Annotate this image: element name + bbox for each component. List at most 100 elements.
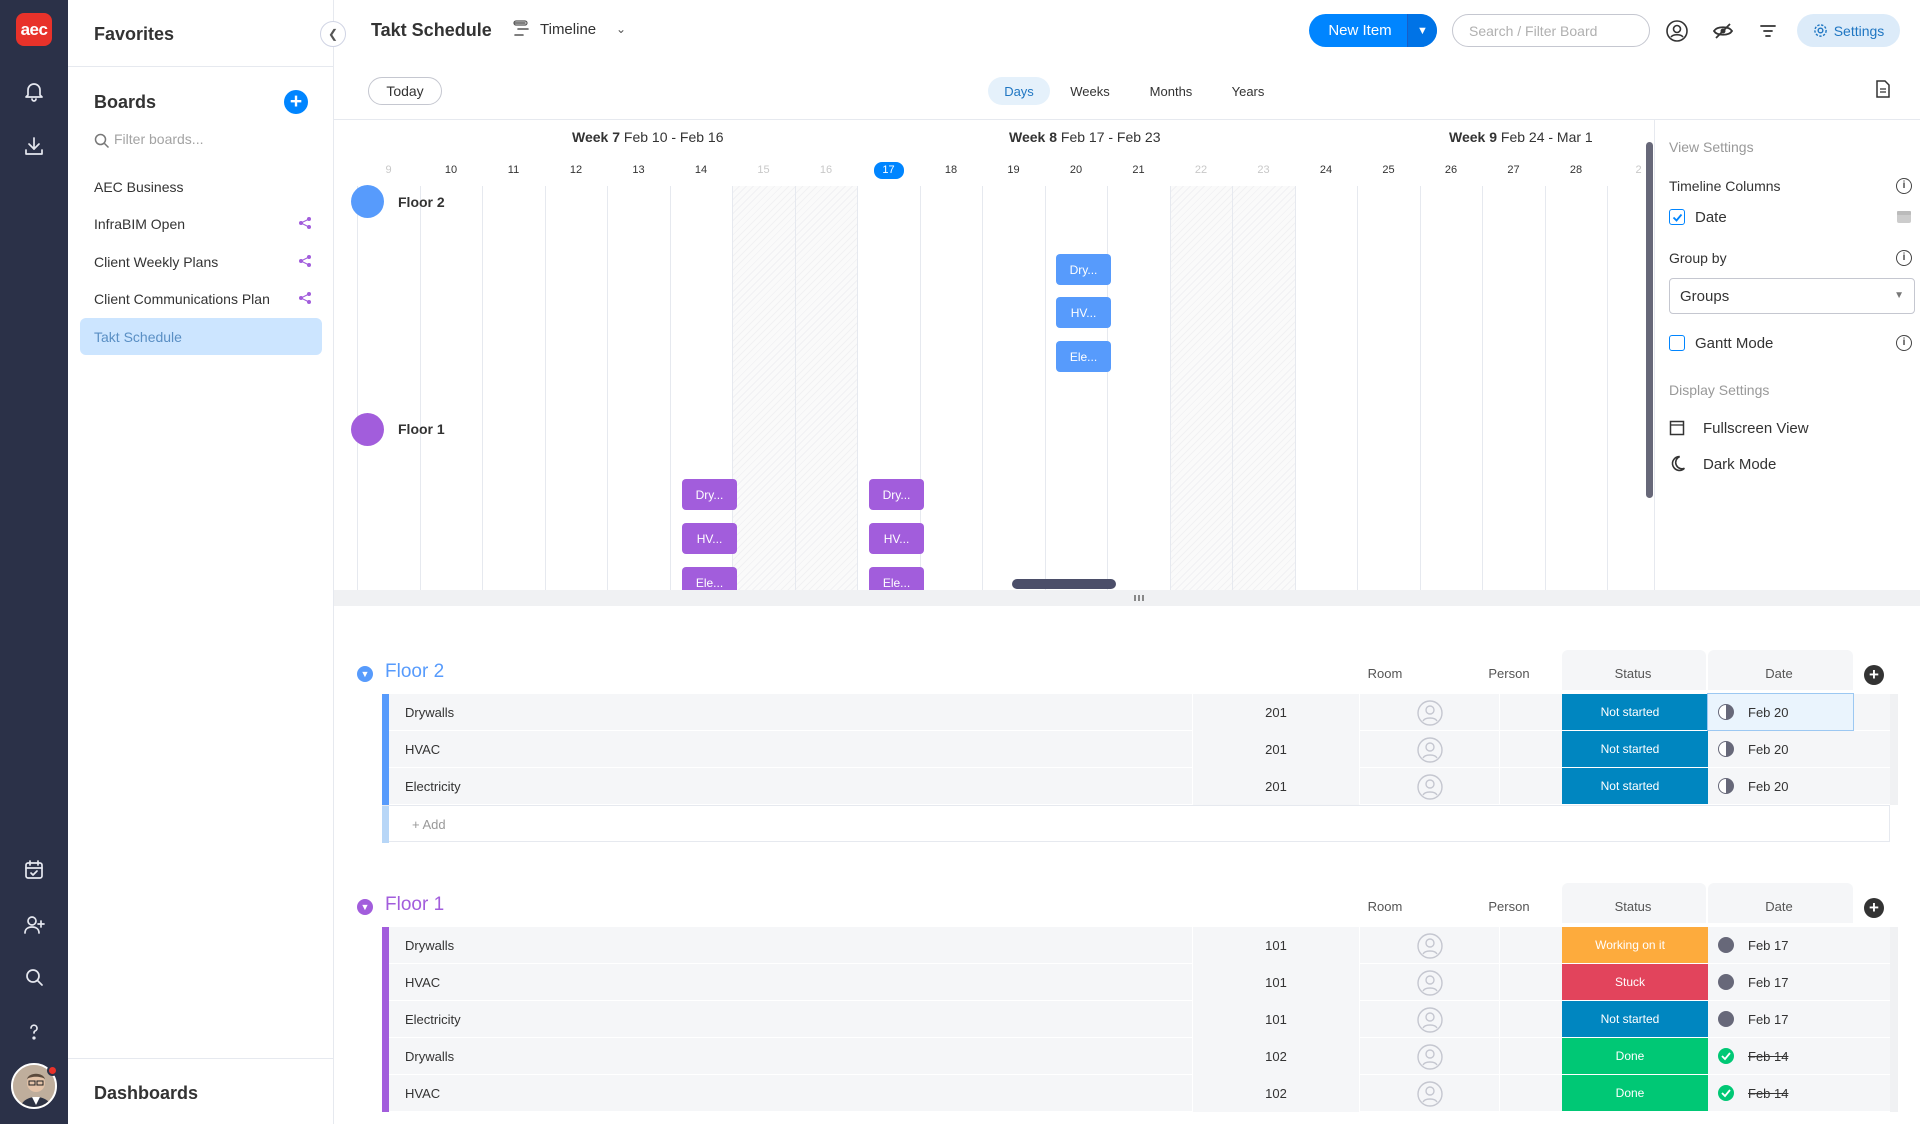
board-item-infrabim-open[interactable]: InfraBIM Open	[80, 205, 322, 242]
timeline-item[interactable]: Ele...	[682, 567, 737, 590]
date-cell[interactable]: Feb 20	[1707, 693, 1854, 731]
hide-eye-icon[interactable]	[1710, 18, 1736, 44]
room-cell[interactable]: 101	[1192, 927, 1360, 964]
resize-handle[interactable]	[334, 590, 1920, 606]
add-column-button[interactable]: +	[1864, 665, 1884, 685]
timeline-item[interactable]: Ele...	[869, 567, 924, 590]
person-cell[interactable]	[1360, 731, 1500, 768]
table-row[interactable]: Drywalls 102 Done Feb 14	[382, 1038, 1890, 1075]
timeline-item[interactable]: HV...	[1056, 297, 1111, 328]
row-name[interactable]: HVAC	[405, 1086, 440, 1101]
date-cell[interactable]: Feb 20	[1708, 731, 1853, 767]
person-filter-icon[interactable]	[1664, 18, 1690, 44]
dark-mode-option[interactable]: Dark Mode	[1703, 456, 1776, 473]
room-cell[interactable]: 201	[1192, 768, 1360, 805]
date-cell[interactable]: Feb 20	[1708, 768, 1853, 804]
info-icon[interactable]: i	[1896, 250, 1912, 266]
date-cell[interactable]: Feb 17	[1708, 964, 1853, 1000]
bell-icon[interactable]	[20, 77, 48, 105]
timeline-item[interactable]: HV...	[682, 523, 737, 554]
person-cell[interactable]	[1360, 768, 1500, 805]
drag-grip-icon[interactable]	[1134, 595, 1146, 601]
status-badge[interactable]: Not started	[1562, 731, 1698, 767]
date-cell[interactable]: Feb 17	[1708, 1001, 1853, 1037]
table-row[interactable]: Drywalls 201 Not started Feb 20	[382, 693, 1890, 731]
row-name[interactable]: HVAC	[405, 975, 440, 990]
table-row[interactable]: Drywalls 101 Working on it Feb 17	[382, 927, 1890, 964]
table-row[interactable]: Electricity 201 Not started Feb 20	[382, 768, 1890, 805]
settings-button[interactable]: Settings	[1797, 14, 1900, 47]
table-row[interactable]: HVAC 101 Stuck Feb 17	[382, 964, 1890, 1001]
status-badge[interactable]: Stuck	[1562, 964, 1698, 1000]
board-item-aec-business[interactable]: AEC Business	[80, 168, 322, 205]
today-button[interactable]: Today	[368, 77, 442, 105]
timeline-item[interactable]: Dry...	[1056, 254, 1111, 285]
date-cell[interactable]: Feb 17	[1708, 927, 1853, 963]
collapse-sidebar-button[interactable]: ❮	[320, 21, 346, 47]
person-cell[interactable]	[1360, 1001, 1500, 1038]
search-icon[interactable]	[20, 963, 48, 991]
search-input[interactable]	[1452, 14, 1650, 47]
room-cell[interactable]: 102	[1192, 1038, 1360, 1075]
export-document-icon[interactable]	[1875, 80, 1891, 98]
calendar-check-icon[interactable]	[20, 856, 48, 884]
add-column-button[interactable]: +	[1864, 898, 1884, 918]
board-item-client-communications-plan[interactable]: Client Communications Plan	[80, 280, 322, 317]
row-name[interactable]: Drywalls	[405, 1049, 454, 1064]
horizontal-scrollbar[interactable]	[1012, 579, 1116, 589]
app-logo[interactable]: aec	[16, 13, 52, 46]
status-badge[interactable]: Working on it	[1562, 927, 1698, 963]
scale-months[interactable]: Months	[1138, 77, 1204, 105]
row-name[interactable]: HVAC	[405, 742, 440, 757]
board-item-client-weekly-plans[interactable]: Client Weekly Plans	[80, 243, 322, 280]
person-cell[interactable]	[1360, 927, 1500, 964]
add-item-label[interactable]: + Add	[412, 817, 446, 832]
person-cell[interactable]	[1360, 1038, 1500, 1075]
timeline-item[interactable]: HV...	[869, 523, 924, 554]
status-badge[interactable]: Done	[1562, 1038, 1698, 1074]
status-badge[interactable]: Not started	[1562, 768, 1698, 804]
date-column-checkbox[interactable]	[1669, 209, 1685, 225]
vertical-scrollbar[interactable]	[1646, 142, 1653, 498]
room-cell[interactable]: 201	[1192, 694, 1360, 731]
date-cell[interactable]: Feb 14	[1708, 1075, 1853, 1111]
table-row[interactable]: Electricity 101 Not started Feb 17	[382, 1001, 1890, 1038]
collapse-group-chevron-icon[interactable]: ▼	[357, 899, 373, 915]
status-badge[interactable]: Not started	[1562, 1001, 1698, 1037]
timeline-item[interactable]: Ele...	[1056, 341, 1111, 372]
chevron-down-icon[interactable]: ⌄	[616, 22, 626, 36]
group-title[interactable]: Floor 2	[385, 661, 444, 683]
info-icon[interactable]: i	[1896, 335, 1912, 351]
room-cell[interactable]: 102	[1192, 1075, 1360, 1112]
row-name[interactable]: Electricity	[405, 1012, 461, 1027]
add-item-row[interactable]: + Add	[382, 805, 1890, 843]
timeline-item[interactable]: Dry...	[682, 479, 737, 510]
dashboards-title[interactable]: Dashboards	[94, 1083, 198, 1104]
gantt-mode-checkbox[interactable]	[1669, 335, 1685, 351]
new-item-button[interactable]: New Item ▼	[1309, 14, 1437, 47]
row-name[interactable]: Drywalls	[405, 938, 454, 953]
person-cell[interactable]	[1360, 964, 1500, 1001]
scale-years[interactable]: Years	[1218, 77, 1278, 105]
person-cell[interactable]	[1360, 1075, 1500, 1112]
status-badge[interactable]: Not started	[1562, 694, 1698, 730]
group-title[interactable]: Floor 1	[385, 894, 444, 916]
filter-boards-input[interactable]	[114, 131, 304, 147]
date-cell[interactable]: Feb 14	[1708, 1038, 1853, 1074]
scale-days[interactable]: Days	[988, 77, 1050, 105]
person-cell[interactable]	[1360, 694, 1500, 731]
chevron-down-icon[interactable]: ▼	[1407, 14, 1437, 47]
info-icon[interactable]: i	[1896, 178, 1912, 194]
board-item-takt-schedule[interactable]: Takt Schedule	[80, 318, 322, 355]
add-user-icon[interactable]	[20, 911, 48, 939]
filter-icon[interactable]	[1755, 18, 1781, 44]
row-name[interactable]: Electricity	[405, 779, 461, 794]
status-badge[interactable]: Done	[1562, 1075, 1698, 1111]
view-selector[interactable]: Timeline	[540, 21, 596, 38]
group-by-select[interactable]: Groups ▼	[1669, 278, 1915, 314]
room-cell[interactable]: 101	[1192, 1001, 1360, 1038]
scale-weeks[interactable]: Weeks	[1059, 77, 1121, 105]
table-row[interactable]: HVAC 102 Done Feb 14	[382, 1075, 1890, 1112]
help-icon[interactable]	[20, 1017, 48, 1045]
room-cell[interactable]: 201	[1192, 731, 1360, 768]
